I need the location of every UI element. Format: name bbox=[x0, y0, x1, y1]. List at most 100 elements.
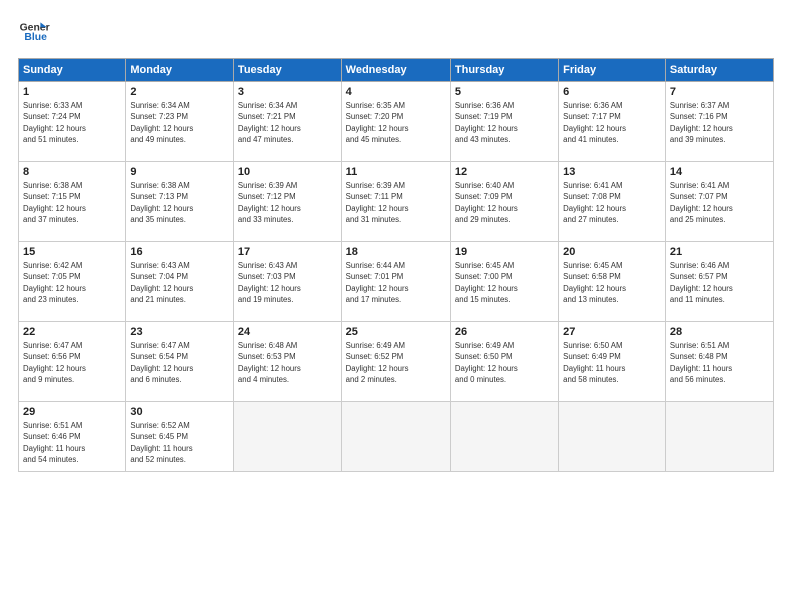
day-number: 27 bbox=[563, 326, 661, 338]
day-info: Sunrise: 6:41 AM Sunset: 7:07 PM Dayligh… bbox=[670, 180, 769, 225]
calendar-cell: 29 Sunrise: 6:51 AM Sunset: 6:46 PM Dayli… bbox=[19, 402, 126, 472]
day-number: 7 bbox=[670, 86, 769, 98]
col-header-wednesday: Wednesday bbox=[341, 59, 450, 82]
calendar-cell: 9 Sunrise: 6:38 AM Sunset: 7:13 PM Daylig… bbox=[126, 162, 234, 242]
day-info: Sunrise: 6:43 AM Sunset: 7:03 PM Dayligh… bbox=[238, 260, 337, 305]
calendar-cell: 21 Sunrise: 6:46 AM Sunset: 6:57 PM Dayli… bbox=[665, 242, 773, 322]
day-info: Sunrise: 6:48 AM Sunset: 6:53 PM Dayligh… bbox=[238, 340, 337, 385]
calendar-cell: 30 Sunrise: 6:52 AM Sunset: 6:45 PM Dayli… bbox=[126, 402, 234, 472]
day-info: Sunrise: 6:38 AM Sunset: 7:13 PM Dayligh… bbox=[130, 180, 229, 225]
day-number: 19 bbox=[455, 246, 554, 258]
day-number: 16 bbox=[130, 246, 229, 258]
calendar-cell bbox=[559, 402, 666, 472]
calendar-cell: 13 Sunrise: 6:41 AM Sunset: 7:08 PM Dayli… bbox=[559, 162, 666, 242]
day-info: Sunrise: 6:36 AM Sunset: 7:19 PM Dayligh… bbox=[455, 100, 554, 145]
calendar-cell: 27Sunrise: 6:50 AM Sunset: 6:49 PM Dayli… bbox=[559, 322, 666, 402]
calendar-cell: 2 Sunrise: 6:34 AM Sunset: 7:23 PM Daylig… bbox=[126, 82, 234, 162]
calendar-cell: 18 Sunrise: 6:44 AM Sunset: 7:01 PM Dayli… bbox=[341, 242, 450, 322]
calendar-cell: 11 Sunrise: 6:39 AM Sunset: 7:11 PM Dayli… bbox=[341, 162, 450, 242]
day-info: Sunrise: 6:49 AM Sunset: 6:52 PM Dayligh… bbox=[346, 340, 446, 385]
day-number: 2 bbox=[130, 86, 229, 98]
day-info: Sunrise: 6:43 AM Sunset: 7:04 PM Dayligh… bbox=[130, 260, 229, 305]
day-number: 21 bbox=[670, 246, 769, 258]
day-number: 14 bbox=[670, 166, 769, 178]
day-info: Sunrise: 6:42 AM Sunset: 7:05 PM Dayligh… bbox=[23, 260, 121, 305]
calendar-cell: 26Sunrise: 6:49 AM Sunset: 6:50 PM Dayli… bbox=[450, 322, 558, 402]
col-header-sunday: Sunday bbox=[19, 59, 126, 82]
day-number: 11 bbox=[346, 166, 446, 178]
day-info: Sunrise: 6:34 AM Sunset: 7:23 PM Dayligh… bbox=[130, 100, 229, 145]
calendar-table: SundayMondayTuesdayWednesdayThursdayFrid… bbox=[18, 58, 774, 472]
calendar-cell: 17 Sunrise: 6:43 AM Sunset: 7:03 PM Dayli… bbox=[233, 242, 341, 322]
page-header: General Blue bbox=[18, 16, 774, 48]
col-header-thursday: Thursday bbox=[450, 59, 558, 82]
calendar-cell: 3 Sunrise: 6:34 AM Sunset: 7:21 PM Daylig… bbox=[233, 82, 341, 162]
day-number: 29 bbox=[23, 406, 121, 418]
day-info: Sunrise: 6:39 AM Sunset: 7:11 PM Dayligh… bbox=[346, 180, 446, 225]
day-number: 3 bbox=[238, 86, 337, 98]
day-info: Sunrise: 6:38 AM Sunset: 7:15 PM Dayligh… bbox=[23, 180, 121, 225]
day-number: 25 bbox=[346, 326, 446, 338]
day-number: 30 bbox=[130, 406, 229, 418]
day-number: 9 bbox=[130, 166, 229, 178]
calendar-cell: 19 Sunrise: 6:45 AM Sunset: 7:00 PM Dayli… bbox=[450, 242, 558, 322]
day-info: Sunrise: 6:45 AM Sunset: 6:58 PM Dayligh… bbox=[563, 260, 661, 305]
calendar-cell: 20 Sunrise: 6:45 AM Sunset: 6:58 PM Dayli… bbox=[559, 242, 666, 322]
calendar-cell: 16 Sunrise: 6:43 AM Sunset: 7:04 PM Dayli… bbox=[126, 242, 234, 322]
day-number: 18 bbox=[346, 246, 446, 258]
calendar-cell: 4 Sunrise: 6:35 AM Sunset: 7:20 PM Daylig… bbox=[341, 82, 450, 162]
day-info: Sunrise: 6:35 AM Sunset: 7:20 PM Dayligh… bbox=[346, 100, 446, 145]
calendar-cell bbox=[665, 402, 773, 472]
calendar-cell bbox=[233, 402, 341, 472]
col-header-monday: Monday bbox=[126, 59, 234, 82]
logo: General Blue bbox=[18, 16, 50, 48]
calendar-cell: 23Sunrise: 6:47 AM Sunset: 6:54 PM Dayli… bbox=[126, 322, 234, 402]
calendar-cell bbox=[341, 402, 450, 472]
day-info: Sunrise: 6:34 AM Sunset: 7:21 PM Dayligh… bbox=[238, 100, 337, 145]
day-number: 12 bbox=[455, 166, 554, 178]
calendar-cell: 14 Sunrise: 6:41 AM Sunset: 7:07 PM Dayli… bbox=[665, 162, 773, 242]
calendar-cell: 24 Sunrise: 6:48 AM Sunset: 6:53 PM Dayli… bbox=[233, 322, 341, 402]
day-info: Sunrise: 6:46 AM Sunset: 6:57 PM Dayligh… bbox=[670, 260, 769, 305]
day-info: Sunrise: 6:49 AM Sunset: 6:50 PM Dayligh… bbox=[455, 340, 554, 385]
calendar-cell: 12 Sunrise: 6:40 AM Sunset: 7:09 PM Dayli… bbox=[450, 162, 558, 242]
day-number: 5 bbox=[455, 86, 554, 98]
calendar-cell: 1Sunrise: 6:33 AM Sunset: 7:24 PM Daylig… bbox=[19, 82, 126, 162]
day-info: Sunrise: 6:40 AM Sunset: 7:09 PM Dayligh… bbox=[455, 180, 554, 225]
day-info: Sunrise: 6:47 AM Sunset: 6:54 PM Dayligh… bbox=[130, 340, 229, 385]
day-number: 6 bbox=[563, 86, 661, 98]
day-number: 15 bbox=[23, 246, 121, 258]
day-number: 22 bbox=[23, 326, 121, 338]
day-number: 28 bbox=[670, 326, 769, 338]
day-info: Sunrise: 6:37 AM Sunset: 7:16 PM Dayligh… bbox=[670, 100, 769, 145]
col-header-saturday: Saturday bbox=[665, 59, 773, 82]
day-info: Sunrise: 6:36 AM Sunset: 7:17 PM Dayligh… bbox=[563, 100, 661, 145]
day-info: Sunrise: 6:44 AM Sunset: 7:01 PM Dayligh… bbox=[346, 260, 446, 305]
day-info: Sunrise: 6:41 AM Sunset: 7:08 PM Dayligh… bbox=[563, 180, 661, 225]
calendar-cell: 10 Sunrise: 6:39 AM Sunset: 7:12 PM Dayli… bbox=[233, 162, 341, 242]
day-number: 17 bbox=[238, 246, 337, 258]
col-header-tuesday: Tuesday bbox=[233, 59, 341, 82]
calendar-cell: 25 Sunrise: 6:49 AM Sunset: 6:52 PM Dayli… bbox=[341, 322, 450, 402]
day-info: Sunrise: 6:52 AM Sunset: 6:45 PM Dayligh… bbox=[130, 420, 229, 465]
calendar-cell: 5 Sunrise: 6:36 AM Sunset: 7:19 PM Daylig… bbox=[450, 82, 558, 162]
calendar-cell bbox=[450, 402, 558, 472]
day-info: Sunrise: 6:51 AM Sunset: 6:46 PM Dayligh… bbox=[23, 420, 121, 465]
calendar-cell: 6 Sunrise: 6:36 AM Sunset: 7:17 PM Daylig… bbox=[559, 82, 666, 162]
day-number: 20 bbox=[563, 246, 661, 258]
day-number: 10 bbox=[238, 166, 337, 178]
col-header-friday: Friday bbox=[559, 59, 666, 82]
day-number: 4 bbox=[346, 86, 446, 98]
day-number: 8 bbox=[23, 166, 121, 178]
logo-icon: General Blue bbox=[18, 16, 50, 48]
day-info: Sunrise: 6:39 AM Sunset: 7:12 PM Dayligh… bbox=[238, 180, 337, 225]
day-info: Sunrise: 6:47 AM Sunset: 6:56 PM Dayligh… bbox=[23, 340, 121, 385]
calendar-cell: 15 Sunrise: 6:42 AM Sunset: 7:05 PM Dayli… bbox=[19, 242, 126, 322]
calendar-cell: 8 Sunrise: 6:38 AM Sunset: 7:15 PM Daylig… bbox=[19, 162, 126, 242]
day-info: Sunrise: 6:51 AM Sunset: 6:48 PM Dayligh… bbox=[670, 340, 769, 385]
day-number: 24 bbox=[238, 326, 337, 338]
calendar-cell: 7 Sunrise: 6:37 AM Sunset: 7:16 PM Daylig… bbox=[665, 82, 773, 162]
day-number: 1 bbox=[23, 86, 121, 98]
day-info: Sunrise: 6:45 AM Sunset: 7:00 PM Dayligh… bbox=[455, 260, 554, 305]
day-number: 13 bbox=[563, 166, 661, 178]
